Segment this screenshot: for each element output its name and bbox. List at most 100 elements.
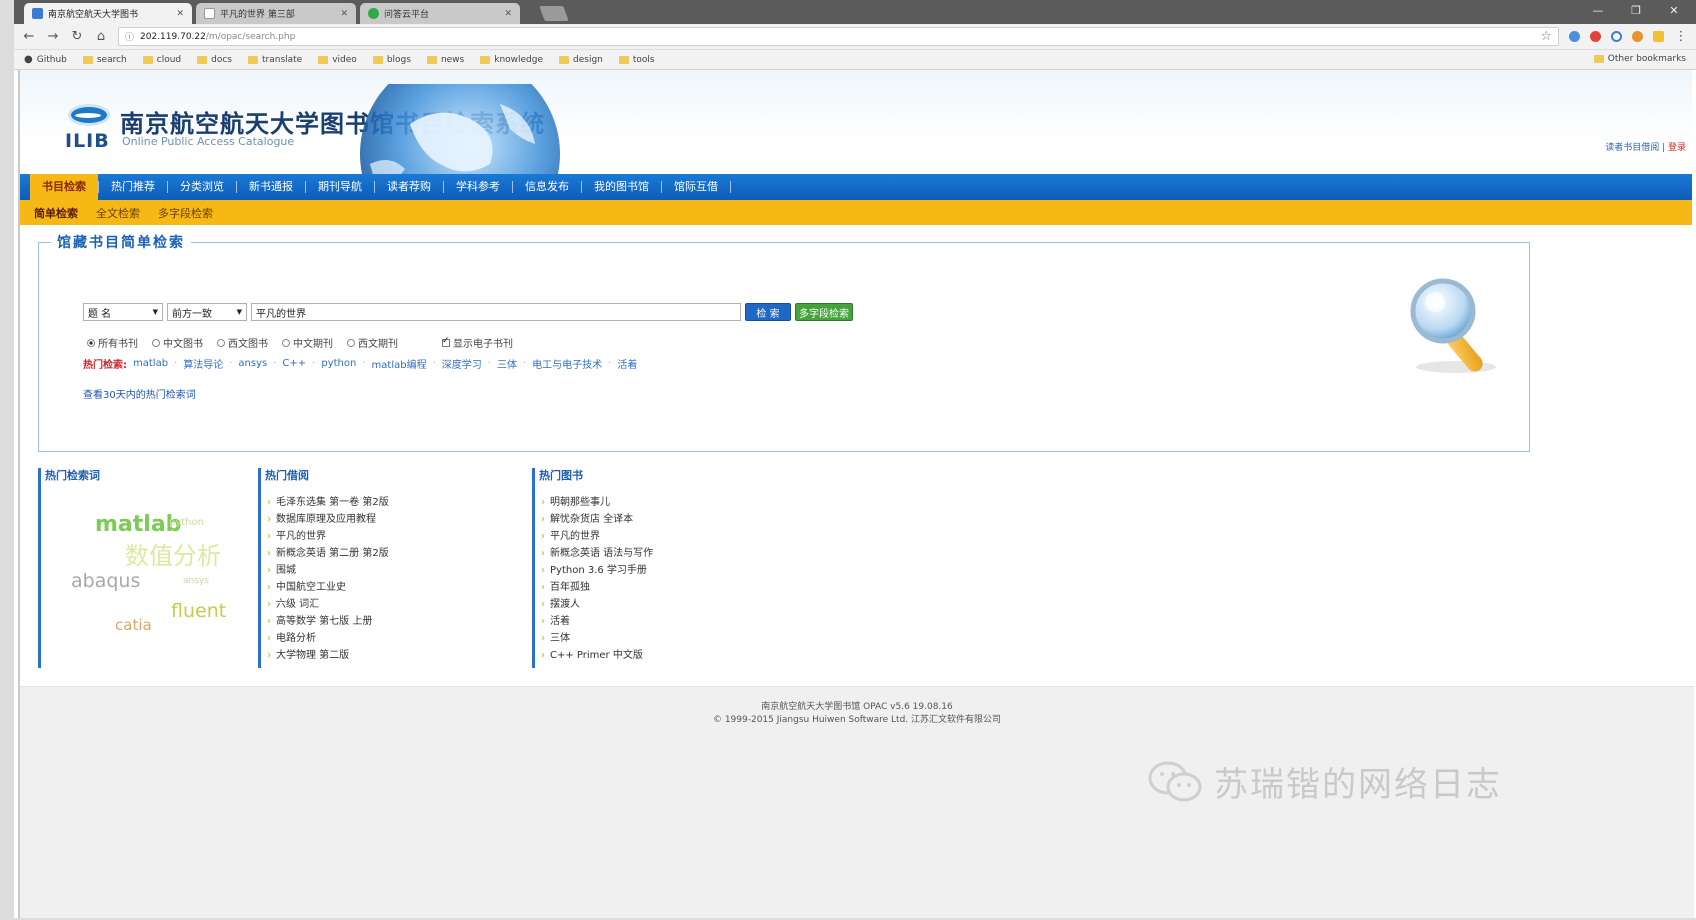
list-item[interactable]: 明朝那些事儿 [541,494,832,511]
radio-west-books[interactable]: 西文图书 [217,335,268,350]
tag-word[interactable]: abaqus [71,570,140,592]
list-item[interactable]: C++ Primer 中文版 [541,647,832,664]
bookmark-folder[interactable]: translate [248,55,302,65]
radio-cn-journals[interactable]: 中文期刊 [282,335,333,350]
nav-item-new-books[interactable]: 新书通报 [237,174,305,200]
new-tab-button[interactable] [539,6,569,21]
list-item[interactable]: 高等数学 第七版 上册 [267,613,528,630]
menu-kebab-icon[interactable]: ⋮ [1674,29,1688,44]
advanced-search-button[interactable]: 多字段检索 [795,303,853,321]
list-item[interactable]: 解忧杂货店 全译本 [541,511,832,528]
translate-extension-icon[interactable] [1569,31,1580,42]
hot-keyword[interactable]: C++ [282,358,306,369]
nav-item-info[interactable]: 信息发布 [513,174,581,200]
list-item[interactable]: 活着 [541,613,832,630]
login-link[interactable]: 登录 [1668,143,1686,153]
list-item[interactable]: 毛泽东选集 第一卷 第2版 [267,494,528,511]
github-icon: ● [24,54,33,65]
maximize-icon[interactable]: ❐ [1618,0,1654,22]
tag-word[interactable]: 数值分析 [125,536,221,571]
nav-item-my-library[interactable]: 我的图书馆 [582,174,661,200]
bookmark-folder[interactable]: design [559,55,603,65]
browser-tab-3[interactable]: 问答云平台 ✕ [360,3,520,24]
hot-keyword[interactable]: 活着 [617,356,637,371]
reader-link[interactable]: 读者书目借阅 [1605,143,1659,153]
subnav-multifield-search[interactable]: 多字段检索 [158,205,213,221]
list-item[interactable]: 新概念英语 语法与写作 [541,545,832,562]
hot-keyword[interactable]: 深度学习 [442,356,482,371]
radio-all[interactable]: 所有书刊 [87,335,138,350]
tag-word[interactable]: fluent [171,600,226,622]
list-item[interactable]: Python 3.6 学习手册 [541,562,832,579]
info-icon[interactable]: ⓘ [125,30,134,43]
list-item[interactable]: 电路分析 [267,630,528,647]
bookmark-star-icon[interactable]: ☆ [1540,29,1552,44]
browser-tab-2[interactable]: 平凡的世界 第三部 ✕ [196,3,356,24]
nav-item-recommend[interactable]: 读者荐购 [375,174,443,200]
hot-keyword[interactable]: ansys [238,358,267,369]
hot-keyword[interactable]: matlab [133,358,168,369]
tag-word[interactable]: catia [115,616,152,634]
field-select[interactable]: 题 名 ▼ [83,303,163,321]
subnav-fulltext-search[interactable]: 全文检索 [96,205,140,221]
radio-cn-books[interactable]: 中文图书 [152,335,203,350]
yellow-extension-icon[interactable] [1653,31,1664,42]
bookmark-folder[interactable]: blogs [372,55,411,65]
nav-item-hot[interactable]: 热门推荐 [99,174,167,200]
bookmark-folder[interactable]: cloud [142,55,181,65]
minimize-icon[interactable]: — [1580,0,1616,22]
nav-item-journals[interactable]: 期刊导航 [306,174,374,200]
hot-keyword[interactable]: 算法导论 [183,356,223,371]
nav-item-subject[interactable]: 学科参考 [444,174,512,200]
match-select[interactable]: 前方一致 ▼ [167,303,247,321]
tag-word[interactable]: python [169,517,204,528]
list-item[interactable]: 中国航空工业史 [267,579,528,596]
bookmark-folder[interactable]: tools [618,55,655,65]
more-hot-keywords-link[interactable]: 查看30天内的热门检索词 [83,386,196,401]
home-icon[interactable]: ⌂ [94,29,108,44]
red-extension-icon[interactable] [1590,31,1601,42]
search-input[interactable]: 平凡的世界 [251,303,741,321]
list-item[interactable]: 新概念英语 第二册 第2版 [267,545,528,562]
list-item[interactable]: 平凡的世界 [267,528,528,545]
list-item[interactable]: 数据库原理及应用教程 [267,511,528,528]
other-bookmarks[interactable]: Other bookmarks [1593,54,1686,64]
nav-item-search[interactable]: 书目检索 [30,174,98,200]
hot-keyword[interactable]: matlab编程 [372,356,427,371]
subnav-simple-search[interactable]: 简单检索 [34,205,78,221]
list-item[interactable]: 三体 [541,630,832,647]
bookmark-github[interactable]: ● Github [24,54,67,65]
checkbox-ebooks[interactable]: 显示电子书刊 [442,335,513,350]
bookmark-folder[interactable]: knowledge [480,55,543,65]
list-item[interactable]: 大学物理 第二版 [267,647,528,664]
hot-keyword[interactable]: 三体 [497,356,517,371]
browser-tab-1[interactable]: 南京航空航天大学图书 ✕ [24,3,192,24]
close-window-icon[interactable]: ✕ [1656,0,1692,22]
reload-icon[interactable]: ↻ [70,29,84,44]
orange-extension-icon[interactable] [1632,31,1643,42]
bookmark-folder[interactable]: docs [197,55,232,65]
circle-extension-icon[interactable] [1611,31,1622,42]
library-favicon-icon [32,8,43,19]
bookmark-folder[interactable]: video [318,55,357,65]
forward-icon[interactable]: → [46,29,60,44]
bookmark-folder[interactable]: search [82,55,127,65]
tag-word[interactable]: ansys [183,576,209,586]
list-item[interactable]: 百年孤独 [541,579,832,596]
nav-item-category[interactable]: 分类浏览 [168,174,236,200]
close-icon[interactable]: ✕ [504,9,512,19]
list-item[interactable]: 摆渡人 [541,596,832,613]
bookmark-folder[interactable]: news [426,55,464,65]
back-icon[interactable]: ← [22,29,36,44]
search-button[interactable]: 检 索 [745,303,791,321]
hot-keyword[interactable]: 电工与电子技术 [532,356,602,371]
list-item[interactable]: 六级 词汇 [267,596,528,613]
list-item[interactable]: 平凡的世界 [541,528,832,545]
nav-item-ill[interactable]: 馆际互借 [662,174,730,200]
radio-west-journals[interactable]: 西文期刊 [347,335,398,350]
address-bar[interactable]: ⓘ 202.119.70.22/m/opac/search.php ☆ [118,27,1559,46]
close-icon[interactable]: ✕ [340,9,348,19]
list-item[interactable]: 围城 [267,562,528,579]
close-icon[interactable]: ✕ [176,9,184,19]
hot-keyword[interactable]: python [321,358,356,369]
